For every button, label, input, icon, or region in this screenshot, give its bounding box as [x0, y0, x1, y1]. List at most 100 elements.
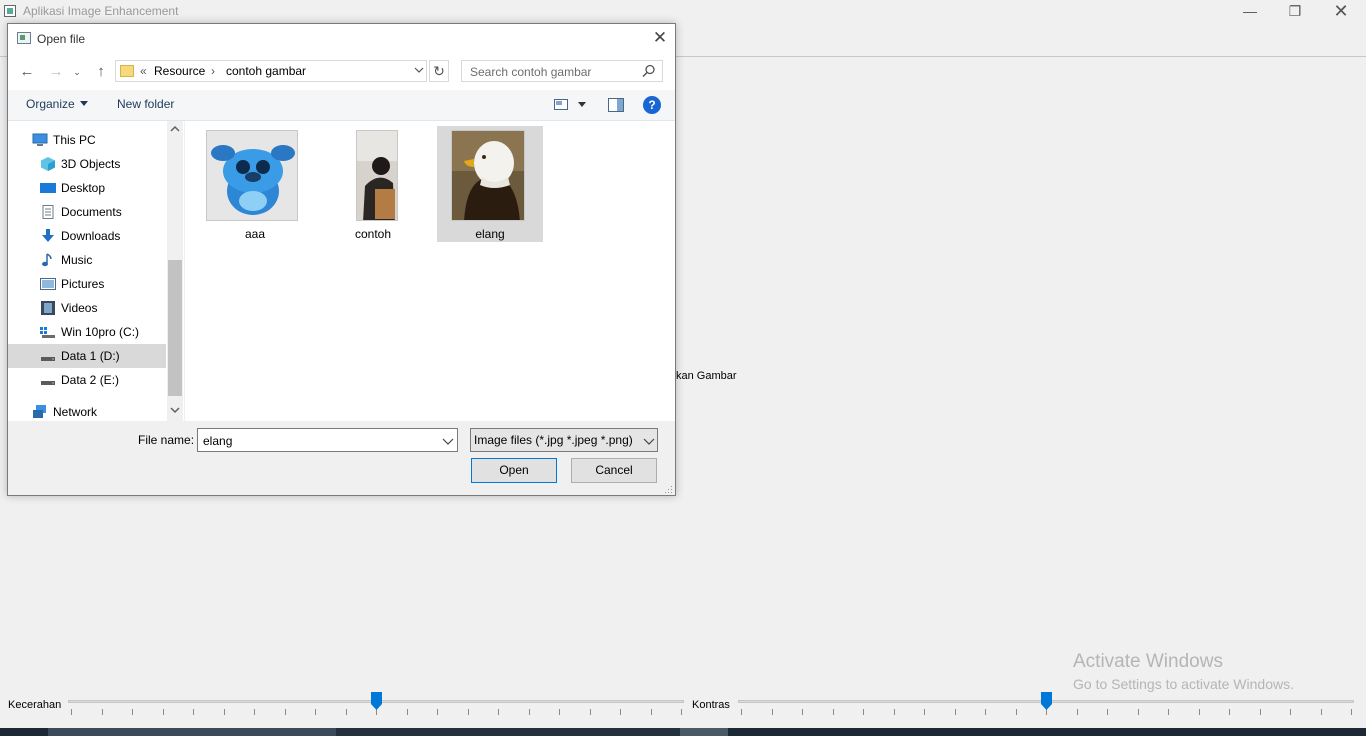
- brightness-slider-thumb[interactable]: [371, 692, 382, 710]
- back-arrow-icon[interactable]: ←: [16, 62, 38, 82]
- tree-item-documents[interactable]: Documents: [8, 200, 166, 224]
- tree-item-label: This PC: [53, 133, 96, 147]
- file-item-aaa[interactable]: aaa: [202, 126, 308, 242]
- slider-tick: [163, 709, 164, 715]
- file-type-dropdown-chevron-icon[interactable]: [643, 436, 655, 446]
- slider-tick: [1016, 709, 1017, 715]
- restore-icon[interactable]: ❐: [1272, 0, 1318, 24]
- tree-item-label: Data 1 (D:): [61, 349, 120, 363]
- app-title: Aplikasi Image Enhancement: [23, 4, 179, 18]
- slider-tick: [863, 709, 864, 715]
- person-photo-thumbnail: [356, 130, 398, 221]
- slider-tick: [620, 709, 621, 715]
- scroll-up-icon[interactable]: [170, 125, 180, 133]
- taskbar-thumbnail[interactable]: [680, 728, 728, 736]
- search-box[interactable]: [461, 60, 663, 82]
- navigation-bar: ← → ⌄ ↑ « Resource › contoh gambar ↻: [8, 54, 675, 90]
- organize-button[interactable]: Organize: [26, 97, 88, 111]
- slider-tick: [894, 709, 895, 715]
- open-button[interactable]: Open: [471, 458, 557, 483]
- open-file-dialog: Open file ✕ ← → ⌄ ↑ « Resource › contoh …: [7, 23, 676, 496]
- slider-tick: [254, 709, 255, 715]
- slider-tick: [590, 709, 591, 715]
- breadcrumb-item-resource[interactable]: Resource: [154, 64, 205, 78]
- slider-tick: [955, 709, 956, 715]
- brightness-slider-ticks: [68, 709, 684, 717]
- file-name-dropdown-chevron-icon[interactable]: [442, 436, 454, 446]
- tree-item-drive-c[interactable]: Win 10pro (C:): [8, 320, 166, 344]
- view-options-chevron-icon[interactable]: [578, 102, 586, 107]
- file-item-elang[interactable]: elang: [437, 126, 543, 242]
- navigation-pane: This PC 3D Objects Desktop Documents Dow…: [8, 121, 184, 421]
- drive-icon: [41, 381, 55, 385]
- minimize-icon[interactable]: —: [1227, 0, 1273, 24]
- cancel-button[interactable]: Cancel: [571, 458, 657, 483]
- address-bar[interactable]: « Resource › contoh gambar: [115, 60, 427, 82]
- tree-item-videos[interactable]: Videos: [8, 296, 166, 320]
- preview-pane-icon[interactable]: [608, 98, 624, 112]
- contrast-label: Kontras: [692, 699, 730, 711]
- download-icon: [42, 229, 54, 242]
- slider-tick: [1199, 709, 1200, 715]
- tree-item-downloads[interactable]: Downloads: [8, 224, 166, 248]
- navigation-pane-scrollbar[interactable]: [167, 121, 183, 421]
- close-icon[interactable]: ✕: [1318, 0, 1364, 24]
- refresh-icon[interactable]: ↻: [429, 60, 449, 82]
- desktop-icon: [40, 183, 56, 193]
- file-name-input[interactable]: [201, 433, 435, 449]
- file-name-label: contoh: [354, 227, 392, 241]
- file-name-label: aaa: [244, 227, 266, 241]
- breadcrumb-item-contoh-gambar[interactable]: contoh gambar: [226, 64, 306, 78]
- up-arrow-icon[interactable]: ↑: [90, 62, 112, 82]
- tree-item-pictures[interactable]: Pictures: [8, 272, 166, 296]
- bald-eagle-thumbnail: [451, 130, 525, 221]
- file-type-select[interactable]: Image files (*.jpg *.jpeg *.png): [470, 428, 658, 452]
- change-view-icon[interactable]: [554, 99, 568, 110]
- slider-tick: [132, 709, 133, 715]
- scroll-down-icon[interactable]: [170, 406, 180, 414]
- drive-icon: [41, 357, 55, 361]
- breadcrumb-overflow[interactable]: «: [140, 64, 147, 78]
- slider-tick: [1260, 709, 1261, 715]
- dialog-title: Open file: [37, 32, 86, 46]
- slider-tick: [1321, 709, 1322, 715]
- pictures-icon: [40, 278, 56, 290]
- search-input[interactable]: [468, 64, 642, 80]
- resize-grip-icon[interactable]: [663, 484, 673, 494]
- tree-item-drive-e[interactable]: Data 2 (E:): [8, 368, 166, 392]
- taskbar-thumbnail[interactable]: [48, 728, 336, 736]
- activation-watermark-title: Activate Windows: [1073, 651, 1223, 672]
- file-name-combobox[interactable]: [197, 428, 458, 452]
- recent-locations-chevron-icon[interactable]: ⌄: [70, 62, 84, 82]
- app-titlebar: Aplikasi Image Enhancement — ❐ ✕: [0, 0, 1366, 24]
- search-icon[interactable]: [642, 64, 656, 78]
- tree-item-network[interactable]: Network: [8, 400, 166, 421]
- contrast-slider-thumb[interactable]: [1041, 692, 1052, 710]
- file-item-contoh[interactable]: contoh: [320, 126, 426, 242]
- tree-item-3d-objects[interactable]: 3D Objects: [8, 152, 166, 176]
- tree-item-label: Music: [61, 253, 93, 267]
- app-side-label: kan Gambar: [676, 370, 737, 382]
- contrast-slider-ticks: [738, 709, 1354, 717]
- slider-tick: [437, 709, 438, 715]
- taskbar-thumbnail[interactable]: [336, 728, 728, 736]
- tree-item-this-pc[interactable]: This PC: [8, 128, 166, 152]
- windows-drive-icon: [40, 327, 55, 338]
- slider-tick: [802, 709, 803, 715]
- tree-item-music[interactable]: Music: [8, 248, 166, 272]
- tree-item-drive-d[interactable]: Data 1 (D:): [8, 344, 166, 368]
- dialog-close-icon[interactable]: ✕: [648, 28, 672, 50]
- address-dropdown-chevron-icon[interactable]: [414, 63, 424, 80]
- tree-item-desktop[interactable]: Desktop: [8, 176, 166, 200]
- slider-tick: [985, 709, 986, 715]
- document-icon: [42, 205, 54, 219]
- scrollbar-thumb[interactable]: [168, 260, 182, 396]
- new-folder-button[interactable]: New folder: [117, 97, 174, 111]
- tree-item-label: Downloads: [61, 229, 121, 243]
- tree-item-label: Pictures: [61, 277, 105, 291]
- slider-tick: [407, 709, 408, 715]
- forward-arrow-icon[interactable]: →: [45, 62, 67, 82]
- slider-tick: [468, 709, 469, 715]
- file-type-value: Image files (*.jpg *.jpeg *.png): [474, 433, 633, 447]
- help-icon[interactable]: ?: [643, 96, 661, 114]
